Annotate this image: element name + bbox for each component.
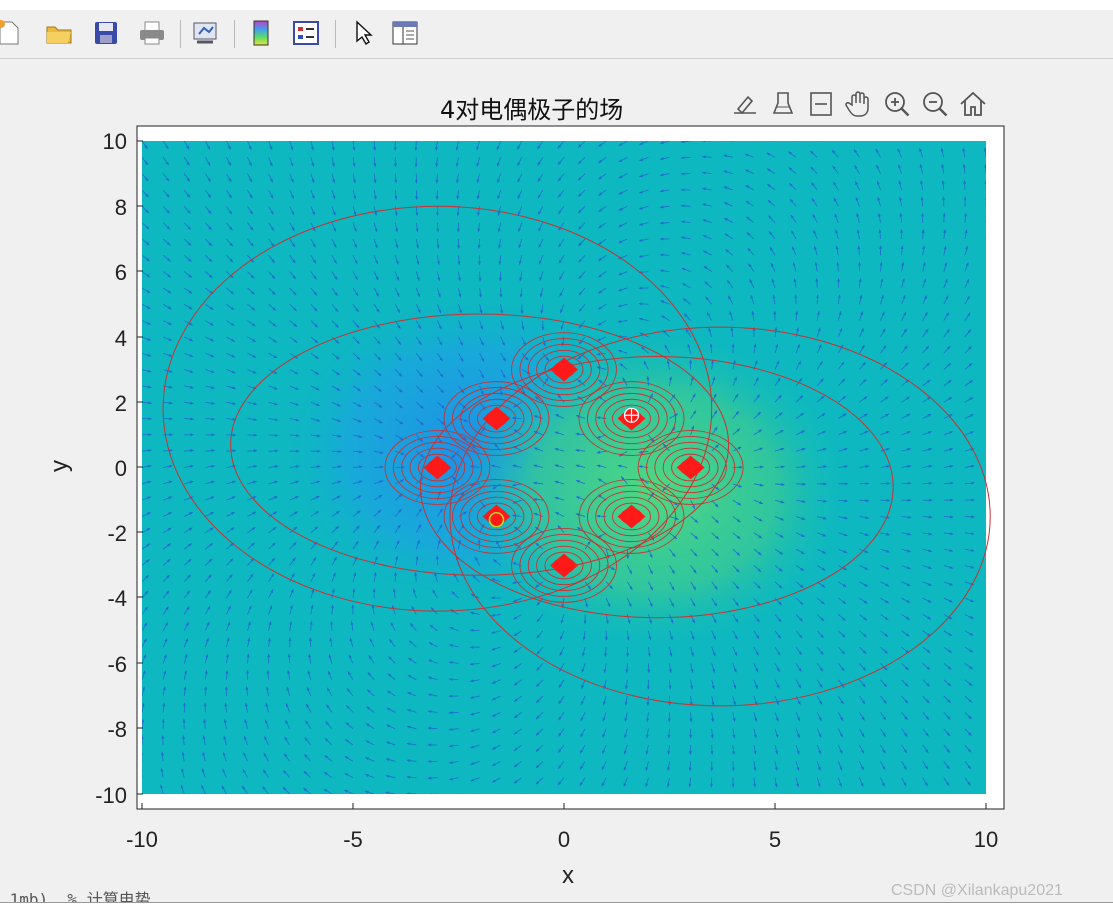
plot-svg: -10 -5 0 5 10 10 8 6 4 2 0 -2 -4 -6 -8 -…: [0, 0, 1113, 914]
x-tick-label: 5: [769, 827, 781, 852]
x-tick-label: 0: [558, 827, 570, 852]
y-tick-label: -4: [107, 586, 127, 611]
x-tick-label: 10: [974, 827, 998, 852]
x-tick-label: -5: [343, 827, 363, 852]
data-cursor-icon[interactable]: [765, 86, 801, 122]
brush-data-icon[interactable]: [727, 86, 763, 122]
y-tick-label: -2: [107, 521, 127, 546]
bottom-edge: [0, 902, 1113, 915]
watermark: CSDN @Xilankapu2021: [891, 882, 1063, 900]
zoom-in-icon[interactable]: [879, 86, 915, 122]
y-tick-label: 4: [115, 326, 127, 351]
y-tick-label: -10: [95, 783, 127, 808]
y-tick-label: 8: [115, 195, 127, 220]
x-tick-label: -10: [126, 827, 158, 852]
pan-icon[interactable]: [841, 86, 877, 122]
x-axis-label: x: [562, 862, 574, 890]
plot-title: 4对电偶极子的场: [440, 90, 623, 125]
y-axis-label: y: [46, 460, 74, 472]
y-tick-label: 10: [103, 129, 127, 154]
y-tick-label: -8: [107, 717, 127, 742]
y-tick-label: 0: [115, 456, 127, 481]
data-tips-icon[interactable]: [803, 86, 839, 122]
restore-view-icon[interactable]: [955, 86, 991, 122]
x-tick-labels: -10 -5 0 5 10: [126, 827, 998, 852]
zoom-out-icon[interactable]: [917, 86, 953, 122]
y-tick-label: 6: [115, 260, 127, 285]
y-tick-label: -6: [107, 652, 127, 677]
axes-toolbar: [727, 86, 991, 122]
y-tick-labels: 10 8 6 4 2 0 -2 -4 -6 -8 -10: [95, 129, 127, 808]
y-tick-label: 2: [115, 391, 127, 416]
